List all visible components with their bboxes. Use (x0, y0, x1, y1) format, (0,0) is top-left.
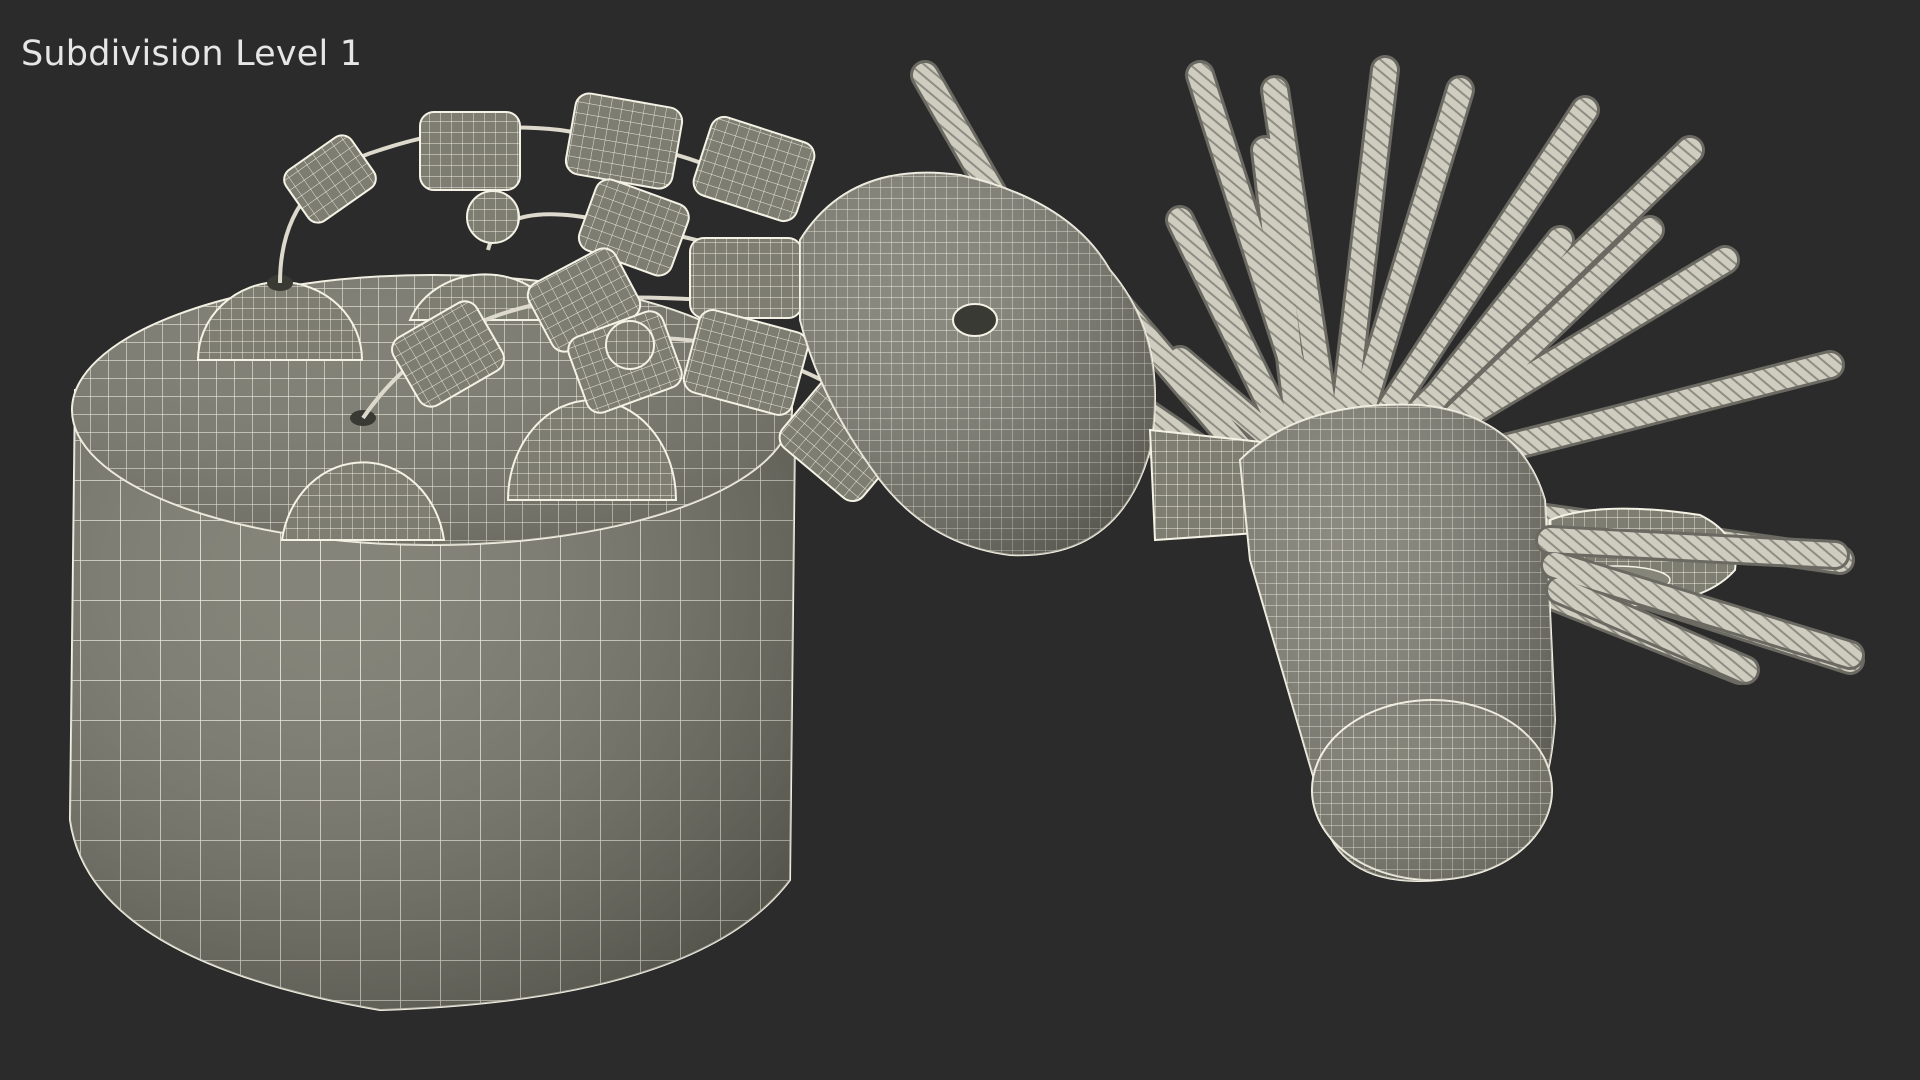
subdivision-level-label: Subdivision Level 1 (21, 34, 363, 74)
wireframe-model-render (68, 55, 1865, 1012)
render-viewport: Subdivision Level 1 (0, 0, 1920, 1080)
